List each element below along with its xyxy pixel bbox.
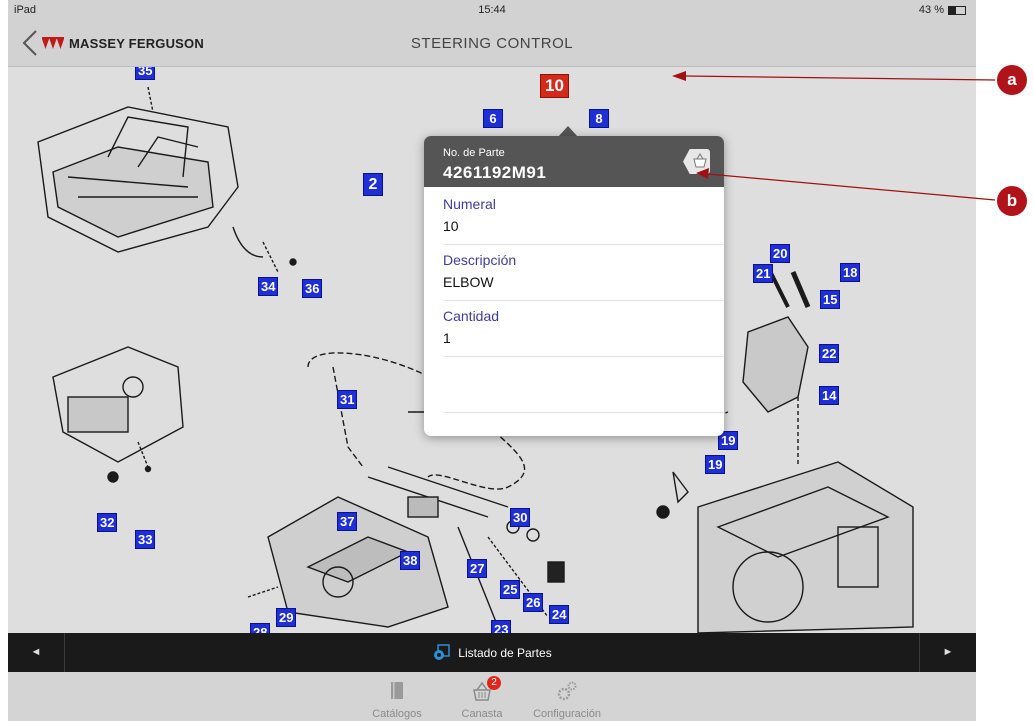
callout-19-lower[interactable]: 19 (705, 455, 726, 474)
callout-32[interactable]: 32 (97, 513, 118, 532)
tab-label: Canasta (461, 708, 503, 720)
tab-catalogos[interactable]: Catálogos (352, 672, 442, 721)
callout-28[interactable]: 28 (250, 623, 271, 633)
numeral-label: Numeral (443, 196, 496, 212)
tab-bar: Catálogos 2 Canasta Configuración (8, 672, 976, 721)
status-bar: iPad 15:44 43 % (8, 0, 976, 20)
tab-configuracion[interactable]: Configuración (522, 672, 612, 721)
callout-18[interactable]: 18 (840, 263, 861, 282)
callout-35[interactable]: 35 (135, 67, 156, 80)
parts-diagram[interactable]: 35 6 10 8 2 34 36 20 21 18 15 22 14 19 1… (8, 67, 976, 633)
tab-label: Configuración (533, 708, 601, 720)
basket-count-badge: 2 (487, 676, 501, 690)
settings-gears-icon (557, 681, 577, 701)
catalog-book-icon (391, 682, 403, 699)
parts-list-bar: ◄ Listado de Partes ► (8, 633, 976, 672)
callout-36[interactable]: 36 (302, 279, 323, 298)
parts-list-icon (434, 643, 451, 660)
callout-21[interactable]: 21 (753, 264, 774, 283)
callout-23[interactable]: 23 (491, 620, 512, 633)
callout-22[interactable]: 22 (819, 344, 840, 363)
parts-list-label: Listado de Partes (458, 645, 552, 660)
ipad-screen: iPad 15:44 43 % MASSEY FERGUSON STEERING… (8, 0, 976, 721)
divider (443, 300, 724, 301)
navigation-bar: MASSEY FERGUSON STEERING CONTROL (8, 20, 976, 67)
callout-24[interactable]: 24 (549, 605, 570, 624)
part-number-label: No. de Parte (443, 147, 505, 159)
callout-25[interactable]: 25 (500, 580, 521, 599)
callout-29[interactable]: 29 (276, 608, 297, 627)
divider (443, 412, 724, 413)
numeral-value: 10 (443, 218, 459, 234)
callout-34[interactable]: 34 (258, 277, 279, 296)
parts-list-link[interactable]: Listado de Partes (8, 633, 976, 672)
callout-30[interactable]: 30 (510, 508, 531, 527)
callout-38[interactable]: 38 (400, 551, 421, 570)
annotation-a-marker: a (997, 65, 1027, 95)
basket-icon (693, 153, 707, 168)
part-detail-popover: No. de Parte 4261192M91 Numeral 10 Descr… (424, 136, 724, 436)
popover-header: No. de Parte 4261192M91 (424, 136, 724, 187)
callout-33[interactable]: 33 (135, 530, 156, 549)
page-title: STEERING CONTROL (410, 35, 574, 52)
callout-14[interactable]: 14 (819, 386, 840, 405)
callout-6[interactable]: 6 (483, 109, 503, 128)
callout-27[interactable]: 27 (467, 559, 488, 578)
callout-31[interactable]: 31 (337, 390, 358, 409)
field-numeral: Numeral 10 (443, 196, 713, 234)
callout-10-selected[interactable]: 10 (540, 74, 569, 98)
callout-26[interactable]: 26 (523, 593, 544, 612)
callout-20[interactable]: 20 (770, 244, 791, 263)
field-descripcion: Descripción ELBOW (443, 252, 713, 290)
add-to-basket-button[interactable] (683, 149, 710, 174)
battery-percent: 43 % (918, 4, 944, 16)
description-label: Descripción (443, 252, 517, 268)
callout-37[interactable]: 37 (337, 512, 358, 531)
divider (443, 244, 724, 245)
part-number-value: 4261192M91 (443, 163, 547, 182)
annotation-b-marker: b (997, 186, 1027, 216)
callout-2[interactable]: 2 (363, 173, 383, 196)
battery-icon (948, 5, 966, 15)
tab-canasta[interactable]: 2 Canasta (437, 672, 527, 721)
callout-8[interactable]: 8 (589, 109, 609, 128)
battery-status: 43 % (919, 4, 966, 16)
quantity-value: 1 (443, 330, 451, 346)
field-cantidad: Cantidad 1 (443, 308, 713, 346)
callout-15[interactable]: 15 (820, 290, 841, 309)
next-page-button[interactable]: ► (919, 633, 976, 672)
tab-label: Catálogos (372, 708, 422, 720)
divider (443, 356, 724, 357)
clock: 15:44 (478, 4, 506, 16)
quantity-label: Cantidad (443, 308, 500, 324)
description-value: ELBOW (443, 274, 494, 290)
